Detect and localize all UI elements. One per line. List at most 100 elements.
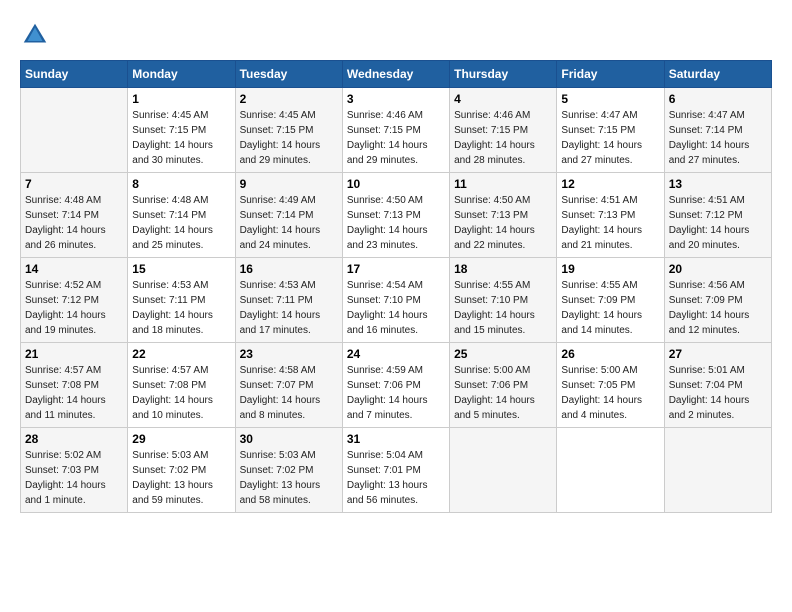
calendar-cell: 7 Sunrise: 4:48 AM Sunset: 7:14 PM Daylig…	[21, 173, 128, 258]
day-info: Sunrise: 5:01 AM Sunset: 7:04 PM Dayligh…	[669, 363, 767, 423]
calendar-body: 1 Sunrise: 4:45 AM Sunset: 7:15 PM Daylig…	[21, 88, 772, 513]
day-info: Sunrise: 5:00 AM Sunset: 7:05 PM Dayligh…	[561, 363, 659, 423]
day-number: 27	[669, 347, 767, 361]
day-number: 30	[240, 432, 338, 446]
calendar-cell: 26 Sunrise: 5:00 AM Sunset: 7:05 PM Dayli…	[557, 343, 664, 428]
day-number: 22	[132, 347, 230, 361]
day-info: Sunrise: 4:56 AM Sunset: 7:09 PM Dayligh…	[669, 278, 767, 338]
calendar-cell: 9Sunrise: 4:49 AM Sunset: 7:14 PM Daylig…	[235, 173, 342, 258]
calendar-cell: 10 Sunrise: 4:50 AM Sunset: 7:13 PM Dayli…	[342, 173, 449, 258]
day-number: 2	[240, 92, 338, 106]
calendar-cell: 4 Sunrise: 4:46 AM Sunset: 7:15 PM Daylig…	[450, 88, 557, 173]
day-info: Sunrise: 4:46 AM Sunset: 7:15 PM Dayligh…	[347, 108, 445, 168]
day-info: Sunrise: 4:59 AM Sunset: 7:06 PM Dayligh…	[347, 363, 445, 423]
calendar-week-5: 28Sunrise: 5:02 AM Sunset: 7:03 PM Dayli…	[21, 428, 772, 513]
day-info: Sunrise: 4:58 AM Sunset: 7:07 PM Dayligh…	[240, 363, 338, 423]
day-number: 7	[25, 177, 123, 191]
day-info: Sunrise: 4:53 AM Sunset: 7:11 PM Dayligh…	[240, 278, 338, 338]
header-day-saturday: Saturday	[664, 61, 771, 88]
day-info: Sunrise: 4:57 AM Sunset: 7:08 PM Dayligh…	[132, 363, 230, 423]
calendar-week-2: 7 Sunrise: 4:48 AM Sunset: 7:14 PM Daylig…	[21, 173, 772, 258]
day-number: 18	[454, 262, 552, 276]
calendar-table: SundayMondayTuesdayWednesdayThursdayFrid…	[20, 60, 772, 513]
calendar-week-3: 14 Sunrise: 4:52 AM Sunset: 7:12 PM Dayli…	[21, 258, 772, 343]
day-info: Sunrise: 4:45 AM Sunset: 7:15 PM Dayligh…	[132, 108, 230, 168]
calendar-cell: 14 Sunrise: 4:52 AM Sunset: 7:12 PM Dayli…	[21, 258, 128, 343]
day-info: Sunrise: 4:52 AM Sunset: 7:12 PM Dayligh…	[25, 278, 123, 338]
calendar-cell	[450, 428, 557, 513]
day-number: 21	[25, 347, 123, 361]
calendar-cell: 11Sunrise: 4:50 AM Sunset: 7:13 PM Dayli…	[450, 173, 557, 258]
page-header	[20, 20, 772, 50]
day-number: 14	[25, 262, 123, 276]
day-info: Sunrise: 4:48 AM Sunset: 7:14 PM Dayligh…	[132, 193, 230, 253]
calendar-cell: 24 Sunrise: 4:59 AM Sunset: 7:06 PM Dayli…	[342, 343, 449, 428]
calendar-cell: 2 Sunrise: 4:45 AM Sunset: 7:15 PM Daylig…	[235, 88, 342, 173]
calendar-cell: 15 Sunrise: 4:53 AM Sunset: 7:11 PM Dayli…	[128, 258, 235, 343]
day-number: 10	[347, 177, 445, 191]
calendar-cell: 6Sunrise: 4:47 AM Sunset: 7:14 PM Daylig…	[664, 88, 771, 173]
day-number: 8	[132, 177, 230, 191]
calendar-week-4: 21 Sunrise: 4:57 AM Sunset: 7:08 PM Dayli…	[21, 343, 772, 428]
day-number: 3	[347, 92, 445, 106]
day-info: Sunrise: 4:45 AM Sunset: 7:15 PM Dayligh…	[240, 108, 338, 168]
day-number: 24	[347, 347, 445, 361]
day-number: 6	[669, 92, 767, 106]
day-number: 13	[669, 177, 767, 191]
calendar-cell: 16Sunrise: 4:53 AM Sunset: 7:11 PM Dayli…	[235, 258, 342, 343]
day-info: Sunrise: 4:51 AM Sunset: 7:13 PM Dayligh…	[561, 193, 659, 253]
day-info: Sunrise: 4:55 AM Sunset: 7:10 PM Dayligh…	[454, 278, 552, 338]
calendar-cell	[21, 88, 128, 173]
calendar-cell: 1 Sunrise: 4:45 AM Sunset: 7:15 PM Daylig…	[128, 88, 235, 173]
calendar-cell: 3 Sunrise: 4:46 AM Sunset: 7:15 PM Daylig…	[342, 88, 449, 173]
day-info: Sunrise: 5:03 AM Sunset: 7:02 PM Dayligh…	[240, 448, 338, 508]
day-info: Sunrise: 4:51 AM Sunset: 7:12 PM Dayligh…	[669, 193, 767, 253]
day-number: 15	[132, 262, 230, 276]
calendar-cell	[557, 428, 664, 513]
day-info: Sunrise: 4:54 AM Sunset: 7:10 PM Dayligh…	[347, 278, 445, 338]
header-day-thursday: Thursday	[450, 61, 557, 88]
header-day-sunday: Sunday	[21, 61, 128, 88]
calendar-cell	[664, 428, 771, 513]
day-number: 31	[347, 432, 445, 446]
calendar-cell: 18 Sunrise: 4:55 AM Sunset: 7:10 PM Dayli…	[450, 258, 557, 343]
day-number: 26	[561, 347, 659, 361]
calendar-cell: 27 Sunrise: 5:01 AM Sunset: 7:04 PM Dayli…	[664, 343, 771, 428]
header-day-tuesday: Tuesday	[235, 61, 342, 88]
calendar-cell: 17 Sunrise: 4:54 AM Sunset: 7:10 PM Dayli…	[342, 258, 449, 343]
calendar-header-row: SundayMondayTuesdayWednesdayThursdayFrid…	[21, 61, 772, 88]
day-info: Sunrise: 4:46 AM Sunset: 7:15 PM Dayligh…	[454, 108, 552, 168]
day-number: 5	[561, 92, 659, 106]
header-day-friday: Friday	[557, 61, 664, 88]
day-number: 11	[454, 177, 552, 191]
day-number: 4	[454, 92, 552, 106]
day-number: 20	[669, 262, 767, 276]
day-info: Sunrise: 5:00 AM Sunset: 7:06 PM Dayligh…	[454, 363, 552, 423]
day-info: Sunrise: 4:53 AM Sunset: 7:11 PM Dayligh…	[132, 278, 230, 338]
day-info: Sunrise: 5:03 AM Sunset: 7:02 PM Dayligh…	[132, 448, 230, 508]
calendar-cell: 12 Sunrise: 4:51 AM Sunset: 7:13 PM Dayli…	[557, 173, 664, 258]
calendar-cell: 8 Sunrise: 4:48 AM Sunset: 7:14 PM Daylig…	[128, 173, 235, 258]
calendar-week-1: 1 Sunrise: 4:45 AM Sunset: 7:15 PM Daylig…	[21, 88, 772, 173]
day-info: Sunrise: 4:48 AM Sunset: 7:14 PM Dayligh…	[25, 193, 123, 253]
day-number: 23	[240, 347, 338, 361]
day-number: 1	[132, 92, 230, 106]
calendar-cell: 23 Sunrise: 4:58 AM Sunset: 7:07 PM Dayli…	[235, 343, 342, 428]
day-number: 29	[132, 432, 230, 446]
calendar-cell: 30 Sunrise: 5:03 AM Sunset: 7:02 PM Dayli…	[235, 428, 342, 513]
day-number: 28	[25, 432, 123, 446]
day-info: Sunrise: 4:47 AM Sunset: 7:15 PM Dayligh…	[561, 108, 659, 168]
calendar-cell: 5 Sunrise: 4:47 AM Sunset: 7:15 PM Daylig…	[557, 88, 664, 173]
day-number: 12	[561, 177, 659, 191]
calendar-cell: 25Sunrise: 5:00 AM Sunset: 7:06 PM Dayli…	[450, 343, 557, 428]
calendar-cell: 31Sunrise: 5:04 AM Sunset: 7:01 PM Dayli…	[342, 428, 449, 513]
day-info: Sunrise: 4:50 AM Sunset: 7:13 PM Dayligh…	[347, 193, 445, 253]
header-day-wednesday: Wednesday	[342, 61, 449, 88]
calendar-cell: 21 Sunrise: 4:57 AM Sunset: 7:08 PM Dayli…	[21, 343, 128, 428]
calendar-cell: 22 Sunrise: 4:57 AM Sunset: 7:08 PM Dayli…	[128, 343, 235, 428]
calendar-cell: 13 Sunrise: 4:51 AM Sunset: 7:12 PM Dayli…	[664, 173, 771, 258]
calendar-cell: 20 Sunrise: 4:56 AM Sunset: 7:09 PM Dayli…	[664, 258, 771, 343]
day-info: Sunrise: 4:57 AM Sunset: 7:08 PM Dayligh…	[25, 363, 123, 423]
day-number: 19	[561, 262, 659, 276]
day-number: 17	[347, 262, 445, 276]
